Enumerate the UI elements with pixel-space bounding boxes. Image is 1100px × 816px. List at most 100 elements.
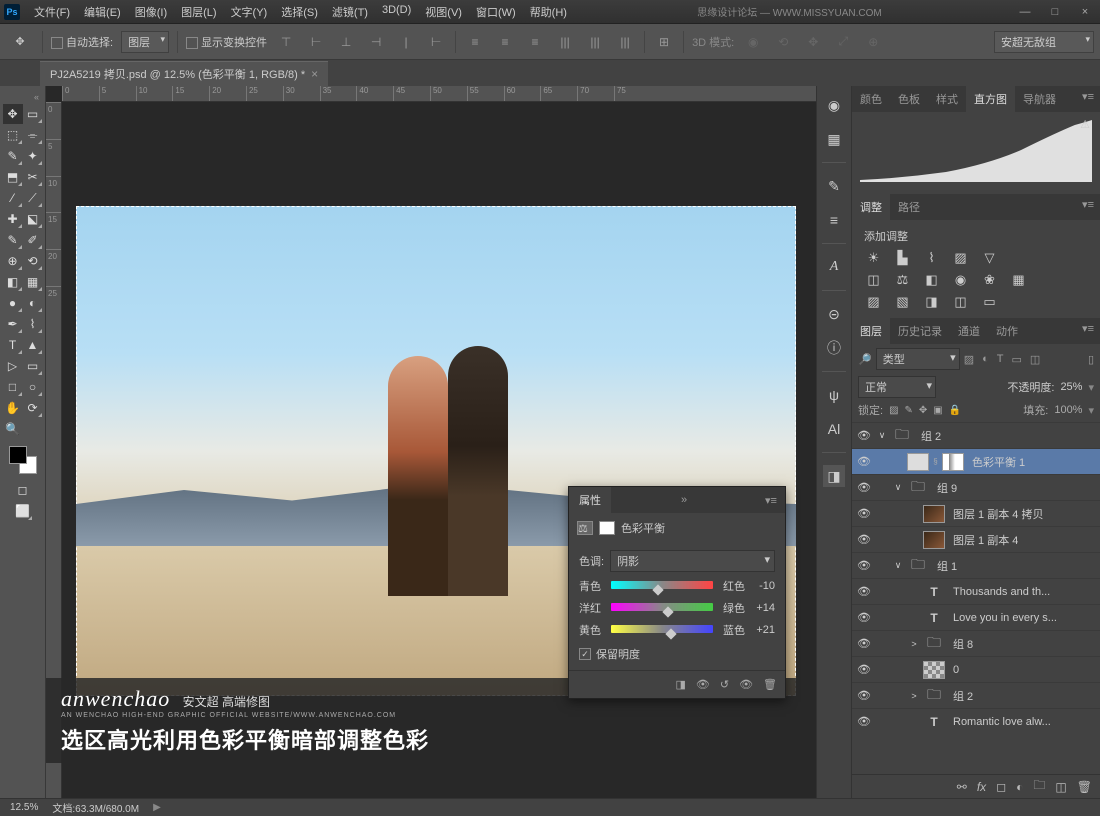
menu-help[interactable]: 帮助(H) xyxy=(524,2,573,22)
layer-row[interactable]: 👁>🗀组 8 xyxy=(852,630,1100,656)
properties-menu-icon[interactable]: ▾≡ xyxy=(757,490,785,511)
histogram-warning-icon[interactable]: ⚠ xyxy=(1080,118,1090,131)
visibility-icon[interactable]: 👁 xyxy=(852,507,876,520)
layer-name[interactable]: Thousands and th... xyxy=(948,586,1050,598)
color-panel-icon[interactable]: ◉ xyxy=(823,94,845,116)
layer-name[interactable]: 组 2 xyxy=(916,428,941,444)
shape-tool[interactable]: ▭ xyxy=(23,356,43,376)
slider-value[interactable]: -10 xyxy=(751,580,775,592)
workspace-dropdown[interactable]: 安超无敌组 xyxy=(994,31,1094,53)
layer-row[interactable]: 👁TLove you in every s... xyxy=(852,604,1100,630)
slider-value[interactable]: +14 xyxy=(751,602,775,614)
align-vcenter-icon[interactable]: ⊢ xyxy=(305,32,327,52)
layer-thumb[interactable]: 🗀 xyxy=(891,427,913,445)
visibility-icon[interactable]: 👁 xyxy=(852,715,876,728)
layer-thumb[interactable]: T xyxy=(923,609,945,627)
stamp-tool[interactable]: ⊕ xyxy=(3,251,23,271)
zoom-level[interactable]: 12.5% xyxy=(10,802,38,813)
lock-position-icon[interactable]: ✥ xyxy=(919,405,927,416)
lock-pixels-icon[interactable]: ▨ xyxy=(889,405,898,416)
threshold-icon[interactable]: ◨ xyxy=(922,294,941,310)
type-tool[interactable]: T xyxy=(3,335,23,355)
layer-row[interactable]: 👁§色彩平衡 1 xyxy=(852,448,1100,474)
layer-mask-icon[interactable]: ◻ xyxy=(996,780,1006,794)
auto-align-icon[interactable]: ⊞ xyxy=(653,32,675,52)
visibility-icon[interactable]: 👁 xyxy=(852,663,876,676)
lock-artboard-icon[interactable]: ▣ xyxy=(933,405,942,416)
marquee-tool[interactable]: ⬚ xyxy=(3,125,23,145)
visibility-icon[interactable]: 👁 xyxy=(852,689,876,702)
layer-row[interactable]: 👁图层 1 副本 4 xyxy=(852,526,1100,552)
tab-layers[interactable]: 图层 xyxy=(852,318,890,344)
opacity-value[interactable]: 25% xyxy=(1060,381,1082,393)
visibility-icon[interactable]: 👁 xyxy=(852,481,876,494)
3d-zoom-icon[interactable]: ⊕ xyxy=(862,32,884,52)
levels-icon[interactable]: ▙ xyxy=(893,250,912,266)
layer-name[interactable]: 组 9 xyxy=(932,480,957,496)
twist-icon[interactable]: > xyxy=(908,691,920,701)
layer-name[interactable]: 图层 1 副本 4 xyxy=(948,532,1018,548)
new-adjustment-icon[interactable]: ◐ xyxy=(1016,780,1023,794)
visibility-icon[interactable]: 👁 xyxy=(852,455,876,468)
history-brush-tool[interactable]: ⟲ xyxy=(23,251,43,271)
layers-menu-icon[interactable]: ▾≡ xyxy=(1076,318,1100,344)
character-panel-icon[interactable]: A xyxy=(823,256,845,278)
layer-thumb[interactable] xyxy=(923,661,945,679)
fill-stepper-icon[interactable]: ▾ xyxy=(1088,404,1094,417)
visibility-icon[interactable]: 👁 xyxy=(852,585,876,598)
menu-file[interactable]: 文件(F) xyxy=(28,2,76,22)
selective-color-icon[interactable]: ◫ xyxy=(951,294,970,310)
freeform-pen-tool[interactable]: ⌇ xyxy=(23,314,43,334)
align-left-icon[interactable]: ⊣ xyxy=(365,32,387,52)
auto-select-checkbox[interactable]: 自动选择: xyxy=(51,34,113,50)
layer-row[interactable]: 👁∨🗀组 9 xyxy=(852,474,1100,500)
layer-thumb[interactable] xyxy=(923,531,945,549)
align-bottom-icon[interactable]: ⊥ xyxy=(335,32,357,52)
libraries-panel-icon[interactable]: ⊝ xyxy=(823,303,845,325)
document-tab[interactable]: PJ2A5219 拷贝.psd @ 12.5% (色彩平衡 1, RGB/8) … xyxy=(40,61,328,86)
vibrance-icon[interactable]: ▽ xyxy=(980,250,999,266)
3d-orbit-icon[interactable]: ◉ xyxy=(742,32,764,52)
tab-channels[interactable]: 通道 xyxy=(950,318,988,344)
tab-adjustments[interactable]: 调整 xyxy=(852,194,890,220)
artboard-tool[interactable]: ▭ xyxy=(23,104,43,124)
zoom-tool[interactable]: 🔍 xyxy=(3,419,23,439)
layer-row[interactable]: 👁0 xyxy=(852,656,1100,682)
hue-icon[interactable]: ◫ xyxy=(864,272,883,288)
delete-layer-icon[interactable]: 🗑 xyxy=(1077,780,1092,794)
filter-type-icon[interactable]: T xyxy=(997,353,1004,366)
layer-row[interactable]: 👁TRomantic love alw... xyxy=(852,708,1100,734)
histogram-menu-icon[interactable]: ▾≡ xyxy=(1076,86,1100,112)
tab-history[interactable]: 历史记录 xyxy=(890,318,950,344)
tab-swatches[interactable]: 色板 xyxy=(890,86,928,112)
link-icon[interactable]: § xyxy=(932,457,939,467)
tab-color[interactable]: 颜色 xyxy=(852,86,890,112)
quick-select-tool[interactable]: ✎ xyxy=(3,146,23,166)
slice-tool[interactable]: ✂ xyxy=(23,167,43,187)
tab-styles[interactable]: 样式 xyxy=(928,86,966,112)
close-tab-icon[interactable]: × xyxy=(311,67,318,81)
layer-name[interactable]: Love you in every s... xyxy=(948,612,1057,624)
dist-vcenter-icon[interactable]: ≡ xyxy=(494,32,516,52)
adjustments-menu-icon[interactable]: ▾≡ xyxy=(1076,194,1100,220)
status-menu-icon[interactable]: ▶ xyxy=(153,802,161,813)
photo-filter-icon[interactable]: ◉ xyxy=(951,272,970,288)
mask-thumb[interactable] xyxy=(942,453,964,471)
new-layer-icon[interactable]: ◫ xyxy=(1055,780,1066,794)
bw-icon[interactable]: ◧ xyxy=(922,272,941,288)
tab-navigator[interactable]: 导航器 xyxy=(1015,86,1064,112)
exposure-icon[interactable]: ▨ xyxy=(951,250,970,266)
fg-color[interactable] xyxy=(9,446,27,464)
mask-icon[interactable] xyxy=(599,521,615,535)
layer-thumb[interactable]: 🗀 xyxy=(907,479,929,497)
visibility-icon[interactable]: 👁 xyxy=(852,429,876,442)
menu-3d[interactable]: 3D(D) xyxy=(376,2,417,22)
auto-select-dropdown[interactable]: 图层 xyxy=(121,31,169,53)
close-button[interactable]: × xyxy=(1074,6,1096,18)
quickmask-tool[interactable]: ◻ xyxy=(13,480,33,500)
menu-image[interactable]: 图像(I) xyxy=(129,2,173,22)
twist-icon[interactable]: ∨ xyxy=(892,560,904,571)
invert-icon[interactable]: ▨ xyxy=(864,294,883,310)
posterize-icon[interactable]: ▧ xyxy=(893,294,912,310)
3d-roll-icon[interactable]: ⟲ xyxy=(772,32,794,52)
